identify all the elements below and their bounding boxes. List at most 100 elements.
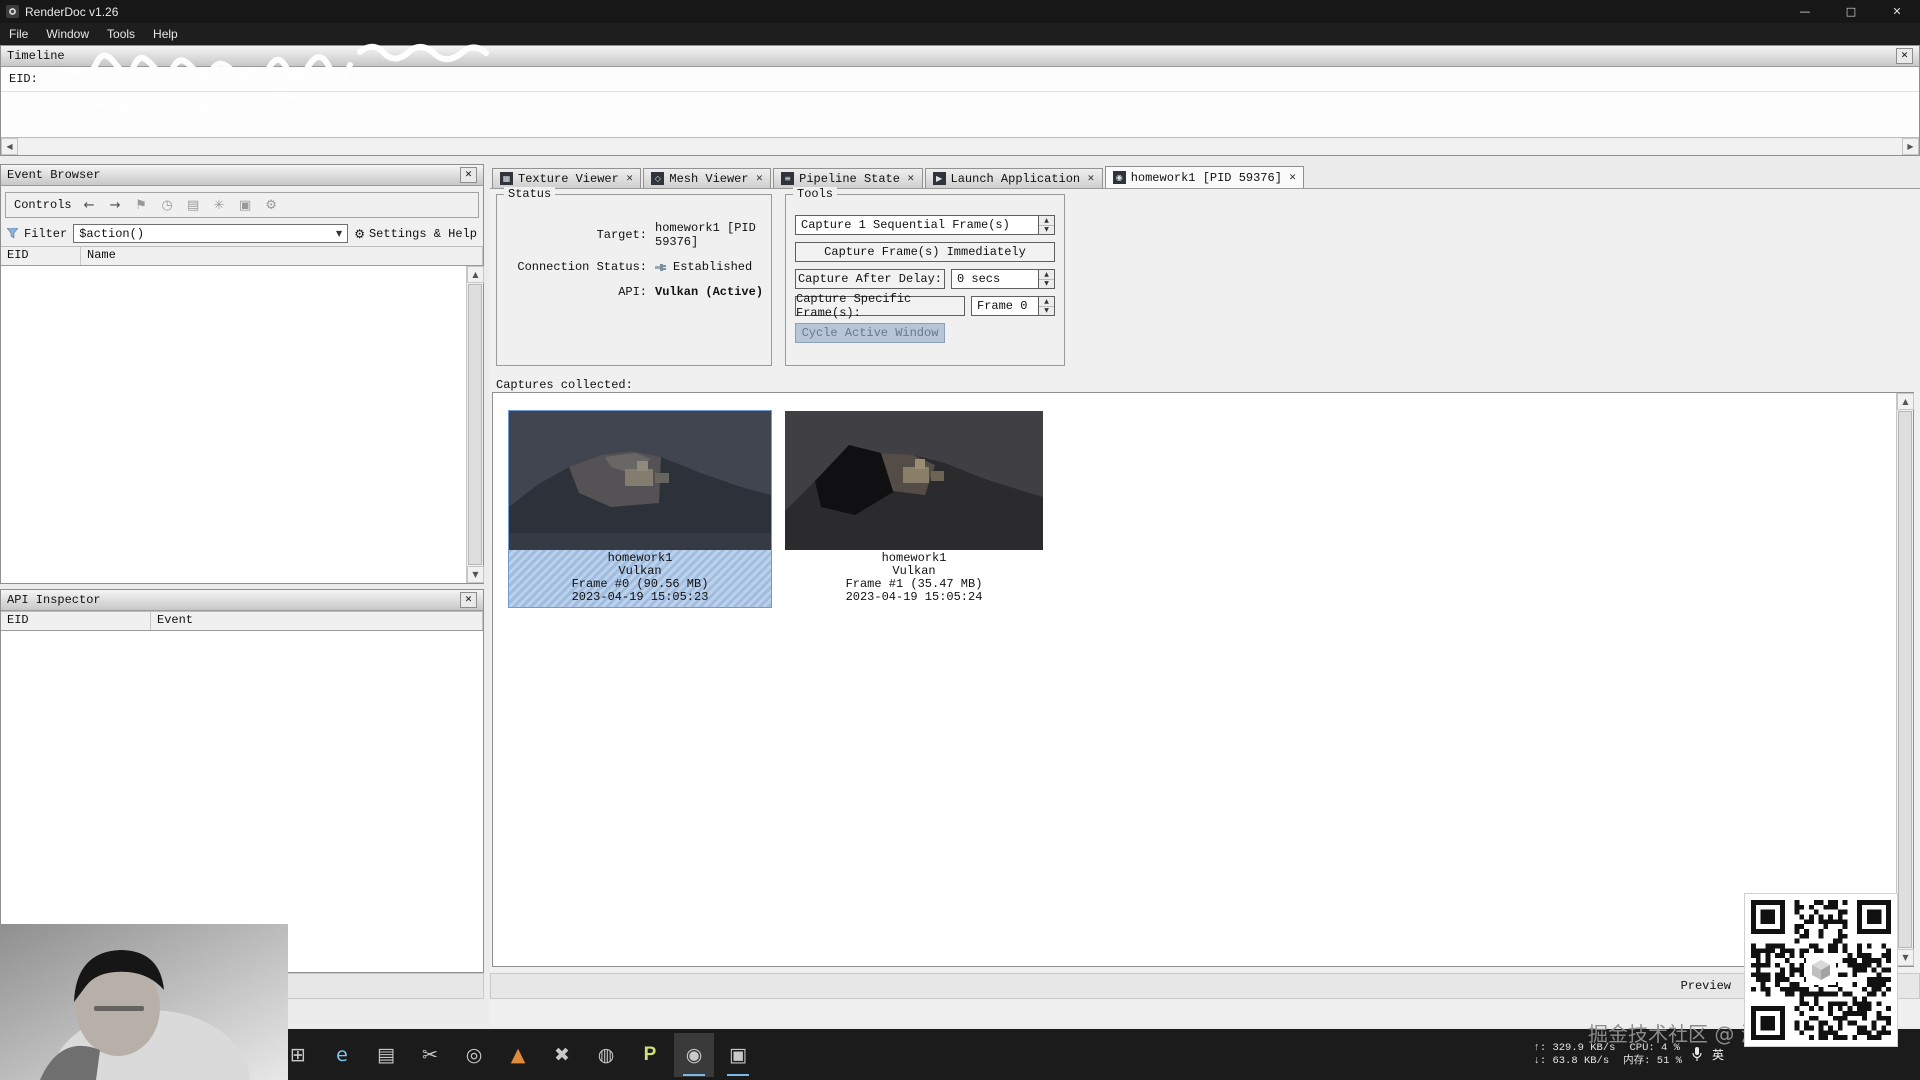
back-icon[interactable]: ←: [81, 198, 98, 213]
capture-mode-value: Capture 1 Sequential Frame(s): [801, 218, 1010, 232]
close-button[interactable]: ✕: [1874, 0, 1920, 23]
capture-thumbnail[interactable]: [509, 411, 771, 550]
status-group-title: Status: [504, 187, 555, 201]
spin-up-icon[interactable]: ▲: [1039, 270, 1054, 280]
filter-value: $action(): [79, 227, 144, 241]
tab-close-icon[interactable]: ✕: [756, 174, 764, 184]
snipping-tool-icon[interactable]: ✂: [410, 1033, 450, 1077]
scroll-up-icon[interactable]: ▲: [467, 266, 484, 283]
webcam-overlay: [0, 924, 288, 1080]
tab-label: Pipeline State: [799, 172, 900, 186]
bookmark-icon[interactable]: ⚑: [133, 198, 150, 213]
capture-card-frame1[interactable]: homework1 Vulkan Frame #1 (35.47 MB) 202…: [785, 411, 1043, 607]
timeline-eid-label: EID:: [9, 72, 38, 86]
capture-thumbnail[interactable]: [785, 411, 1043, 550]
options-icon[interactable]: ⚙: [263, 198, 280, 213]
tab-close-icon[interactable]: ✕: [626, 174, 634, 184]
column-eid: EID: [1, 247, 81, 265]
api-inspector-close-icon[interactable]: ✕: [460, 592, 477, 608]
spin-down-icon[interactable]: ▼: [1039, 226, 1054, 235]
scrollbar-thumb[interactable]: [468, 284, 482, 565]
event-browser-column-header: EID Name: [1, 246, 483, 266]
menu-window[interactable]: Window: [37, 23, 98, 45]
timeline-close-icon[interactable]: ✕: [1896, 48, 1913, 64]
captures-vscrollbar[interactable]: ▲ ▼: [1896, 393, 1913, 966]
connection-icon: [655, 262, 668, 273]
tab-homework1-live-capture[interactable]: ◉ homework1 [PID 59376] ✕: [1105, 166, 1305, 188]
timing-icon[interactable]: ◷: [159, 198, 176, 213]
editor-app-icon[interactable]: ✖: [542, 1033, 582, 1077]
file-explorer-icon[interactable]: ▤: [366, 1033, 406, 1077]
capture-mode-spinner[interactable]: Capture 1 Sequential Frame(s) ▲ ▼: [795, 215, 1055, 235]
edge-browser-icon[interactable]: e: [322, 1033, 362, 1077]
tab-label: Texture Viewer: [518, 172, 619, 186]
tab-label: Mesh Viewer: [669, 172, 748, 186]
api-inspector-header: API Inspector ✕: [1, 590, 483, 611]
scroll-down-icon[interactable]: ▼: [1897, 949, 1914, 966]
forward-icon[interactable]: →: [107, 198, 124, 213]
camera-app-icon[interactable]: ◉: [674, 1033, 714, 1077]
tab-close-icon[interactable]: ✕: [1289, 173, 1297, 183]
scroll-right-icon[interactable]: ▶: [1902, 138, 1919, 155]
qr-center-logo: [1806, 955, 1836, 985]
menu-help[interactable]: Help: [144, 23, 187, 45]
tab-label: Launch Application: [951, 172, 1081, 186]
browser-app-icon[interactable]: ◍: [586, 1033, 626, 1077]
timeline-eid-row: EID:: [1, 67, 1919, 92]
tab-pipeline-state[interactable]: ≡ Pipeline State ✕: [773, 168, 922, 188]
tab-close-icon[interactable]: ✕: [1087, 174, 1095, 184]
ime-indicator[interactable]: 英: [1712, 1046, 1724, 1063]
timeline-hscroll-track[interactable]: [18, 138, 1902, 155]
captures-panel[interactable]: homework1 Vulkan Frame #0 (90.56 MB) 202…: [492, 392, 1914, 967]
api-inspector-panel: API Inspector ✕ EID Event: [0, 589, 484, 973]
capture-immediately-button[interactable]: Capture Frame(s) Immediately: [795, 242, 1055, 262]
menu-file[interactable]: File: [0, 23, 37, 45]
connection-status-value: Established: [655, 260, 767, 274]
save-icon[interactable]: ▣: [237, 198, 254, 213]
timeline-panel: Timeline ✕ EID: ◀ ▶: [0, 45, 1920, 156]
chevron-down-icon[interactable]: ▼: [336, 229, 342, 238]
tab-texture-viewer[interactable]: ▦ Texture Viewer ✕: [492, 168, 641, 188]
target-value: homework1 [PID 59376]: [655, 221, 767, 249]
filter-settings-icon[interactable]: ✳: [211, 198, 228, 213]
export-icon[interactable]: ▤: [185, 198, 202, 213]
microphone-icon[interactable]: [1692, 1047, 1702, 1062]
spin-up-icon[interactable]: ▲: [1039, 216, 1054, 226]
timeline-track[interactable]: [1, 92, 1919, 137]
menu-tools[interactable]: Tools: [98, 23, 144, 45]
capture-after-delay-button[interactable]: Capture After Delay:: [795, 269, 945, 289]
renderdoc-taskbar-icon[interactable]: ▣: [718, 1033, 758, 1077]
spin-down-icon[interactable]: ▼: [1039, 280, 1054, 289]
scroll-down-icon[interactable]: ▼: [467, 566, 484, 583]
scroll-up-icon[interactable]: ▲: [1897, 393, 1914, 410]
tab-mesh-viewer[interactable]: ◇ Mesh Viewer ✕: [643, 168, 771, 188]
tab-launch-application[interactable]: ▶ Launch Application ✕: [925, 168, 1103, 188]
taskbar-icons: ⊞ e ▤ ✂ ◎ ▲ ✖ ◍ P ◉ ▣: [278, 1032, 758, 1077]
obs-studio-icon[interactable]: ◎: [454, 1033, 494, 1077]
api-inspector-list[interactable]: [1, 631, 483, 972]
spin-up-icon[interactable]: ▲: [1039, 297, 1054, 307]
pycharm-icon[interactable]: P: [630, 1033, 670, 1077]
capture-card-frame0[interactable]: homework1 Vulkan Frame #0 (90.56 MB) 202…: [509, 411, 771, 607]
event-browser-list[interactable]: ▲ ▼: [1, 266, 483, 583]
minimize-button[interactable]: —: [1782, 0, 1828, 23]
timeline-hscrollbar[interactable]: ◀ ▶: [1, 137, 1919, 155]
capture-timestamp: 2023-04-19 15:05:23: [509, 591, 771, 604]
timeline-header: Timeline ✕: [1, 46, 1919, 67]
gear-icon: ⚙: [354, 227, 365, 241]
event-browser-close-icon[interactable]: ✕: [460, 167, 477, 183]
filter-combobox[interactable]: $action() ▼: [73, 224, 348, 243]
tab-bar: ▦ Texture Viewer ✕ ◇ Mesh Viewer ✕ ≡ Pip…: [490, 166, 1920, 189]
settings-help-button[interactable]: ⚙ Settings & Help: [354, 227, 477, 241]
scroll-left-icon[interactable]: ◀: [1, 138, 18, 155]
tab-close-icon[interactable]: ✕: [907, 174, 915, 184]
specific-frame-value: Frame 0: [977, 299, 1027, 313]
event-browser-vscrollbar[interactable]: ▲ ▼: [466, 266, 483, 583]
vlc-player-icon[interactable]: ▲: [498, 1033, 538, 1077]
scrollbar-thumb[interactable]: [1898, 411, 1912, 948]
maximize-button[interactable]: □: [1828, 0, 1874, 23]
specific-frame-spinner[interactable]: Frame 0 ▲ ▼: [971, 296, 1055, 316]
capture-specific-frames-button[interactable]: Capture Specific Frame(s):: [795, 296, 965, 316]
spin-down-icon[interactable]: ▼: [1039, 307, 1054, 316]
delay-seconds-spinner[interactable]: 0 secs ▲ ▼: [951, 269, 1055, 289]
